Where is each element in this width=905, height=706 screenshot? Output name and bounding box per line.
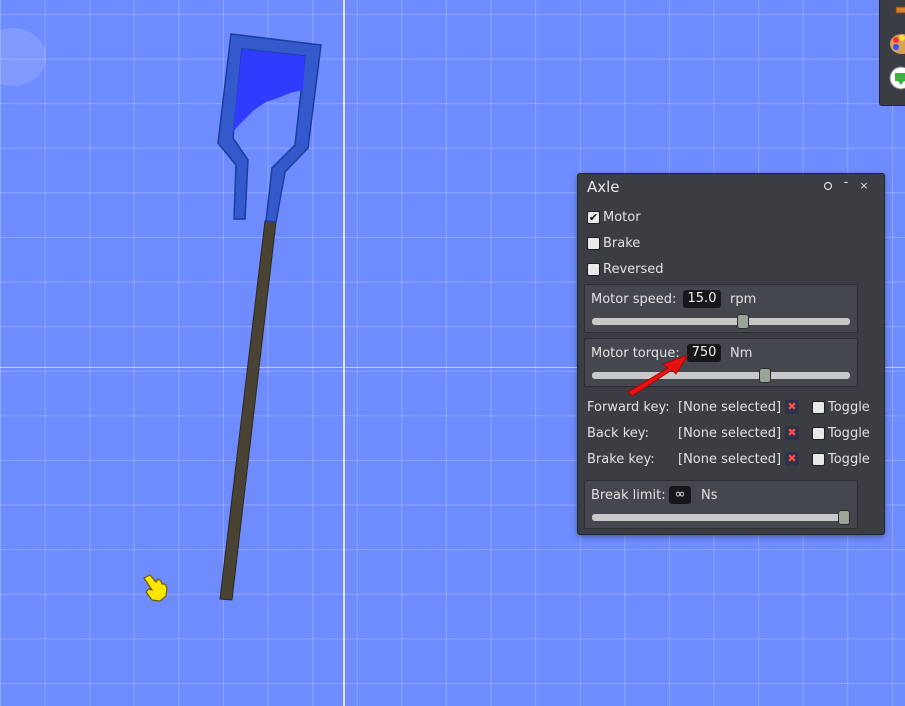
water-fluid [233,49,305,132]
brake-key-toggle-label: Toggle [828,452,870,467]
brake-key-row: Brake key: [None selected] ✖ Toggle [587,452,877,470]
motor-checkbox[interactable]: ✔ [587,211,600,224]
forward-key-toggle-checkbox[interactable] [812,401,825,414]
break-limit-slider-thumb[interactable] [838,510,850,525]
brake-key-label: Brake key: [587,452,655,467]
forward-key-toggle-label: Toggle [828,400,870,415]
box-tool-icon[interactable] [888,3,905,29]
motor-torque-slider-thumb[interactable] [759,368,771,383]
forward-key-row: Forward key: [None selected] ✖ Toggle [587,400,877,418]
motor-torque-group: Motor torque: 750 Nm [584,338,858,387]
break-limit-label: Break limit: [591,488,666,503]
motor-speed-unit: rpm [730,292,757,307]
palette-icon[interactable] [888,31,905,57]
back-key-row: Back key: [None selected] ✖ Toggle [587,426,877,444]
motor-label: Motor [603,210,641,225]
break-limit-group: Break limit: ∞ Ns [584,480,858,529]
forward-key-clear-icon[interactable]: ✖ [785,400,799,414]
wooden-rod[interactable] [219,220,277,601]
motor-torque-label: Motor torque: [591,346,680,361]
forward-key-label: Forward key: [587,400,670,415]
break-limit-input[interactable]: ∞ [669,486,691,504]
brake-label: Brake [603,236,641,251]
back-key-clear-icon[interactable]: ✖ [785,426,799,440]
back-key-selector[interactable]: [None selected] [678,426,781,441]
break-limit-unit: Ns [701,488,718,503]
axle-panel: Axle - × ✔ Motor Brake Reversed Motor sp… [577,173,885,535]
panel-title: Axle [587,178,620,196]
pin-icon[interactable] [822,180,834,192]
close-button[interactable]: × [858,180,870,192]
back-key-label: Back key: [587,426,649,441]
back-key-toggle-checkbox[interactable] [812,427,825,440]
forward-key-selector[interactable]: [None selected] [678,400,781,415]
brake-key-clear-icon[interactable]: ✖ [785,452,799,466]
brake-key-selector[interactable]: [None selected] [678,452,781,467]
minimize-button[interactable]: - [840,176,852,189]
reversed-checkbox[interactable] [587,263,600,276]
motor-speed-slider-thumb[interactable] [737,314,749,329]
motor-speed-input[interactable]: 15.0 [683,290,721,308]
scene-icon[interactable] [888,65,905,91]
brake-key-toggle-checkbox[interactable] [812,453,825,466]
reversed-label: Reversed [603,262,664,277]
motor-torque-unit: Nm [730,346,753,361]
brake-checkbox[interactable] [587,237,600,250]
right-toolbar [879,0,905,106]
hand-cursor-icon [140,572,170,608]
motor-torque-input[interactable]: 750 [687,344,721,362]
motor-torque-slider-track[interactable] [592,368,850,383]
back-key-toggle-label: Toggle [828,426,870,441]
motor-speed-label: Motor speed: [591,292,677,307]
motor-speed-slider-track[interactable] [592,314,850,329]
motor-speed-group: Motor speed: 15.0 rpm [584,284,858,333]
break-limit-slider-track[interactable] [592,510,850,525]
